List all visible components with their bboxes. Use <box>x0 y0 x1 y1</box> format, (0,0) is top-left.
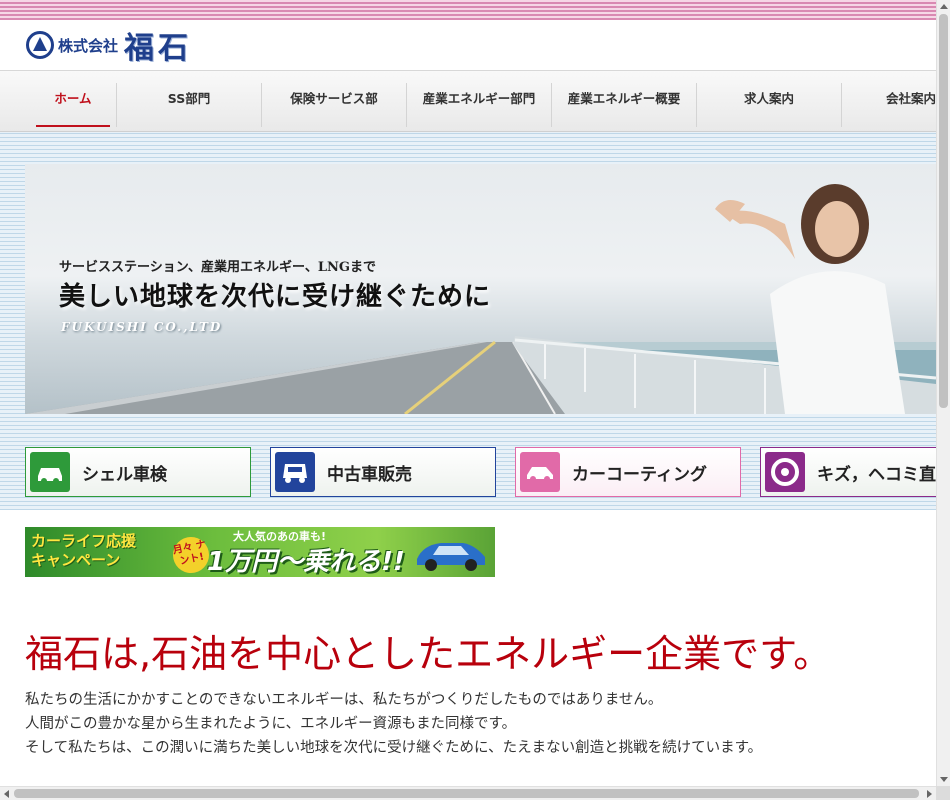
nav-insurance[interactable]: 保険サービス部 <box>261 83 406 127</box>
horizontal-scroll-thumb[interactable] <box>14 789 919 798</box>
service-label: シェル車検 <box>82 464 167 485</box>
nav-ss[interactable]: SS部門 <box>116 83 261 127</box>
top-stripe <box>0 0 936 20</box>
nav-industrial-overview[interactable]: 産業エネルギー概要 <box>551 83 696 127</box>
intro-line: 私たちの生活にかかすことのできないエネルギーは、私たちがつくりだしたものではあり… <box>25 692 663 708</box>
campaign-main-text: 1万円～乗れる!! <box>207 547 405 577</box>
intro-line: 人間がこの豊かな星から生まれたように、エネルギー資源もまた同様です。 <box>25 716 517 732</box>
site-header: 株式会社 福石 <box>0 20 936 70</box>
vertical-scroll-thumb[interactable] <box>939 14 948 408</box>
campaign-left-line1: カーライフ応援 <box>31 532 137 550</box>
service-car-coating-button[interactable]: カーコーティング <box>515 447 741 497</box>
scroll-up-icon[interactable] <box>940 4 948 9</box>
main-headline: 福石は,石油を中心としたエネルギー企業です。 <box>25 632 832 676</box>
logo-company-name: 福石 <box>124 31 193 66</box>
scroll-down-icon[interactable] <box>940 777 948 782</box>
horizontal-scrollbar[interactable] <box>0 786 936 800</box>
car-inspection-icon <box>30 452 70 492</box>
nav-company[interactable]: 会社案内 <box>841 83 936 127</box>
car-image-icon <box>417 543 485 571</box>
scrollbar-corner <box>936 786 950 800</box>
service-used-car-button[interactable]: 中古車販売 <box>270 447 496 497</box>
company-mark-icon <box>26 31 54 59</box>
tire-repair-icon <box>765 452 805 492</box>
service-shell-inspection-button[interactable]: シェル車検 <box>25 447 251 497</box>
hero-subtitle: サービスステーション、産業用エネルギー、LNGまで <box>59 260 376 275</box>
service-label: カーコーティング <box>572 464 707 485</box>
scroll-right-icon[interactable] <box>927 790 932 798</box>
site-logo[interactable]: 株式会社 福石 <box>26 26 193 66</box>
logo-corp-label: 株式会社 <box>58 36 119 55</box>
hero-banner: サービスステーション、産業用エネルギー、LNGまで 美しい地球を次代に受け継ぐた… <box>25 164 936 414</box>
main-nav: ホーム SS部門 保険サービス部 産業エネルギー部門 産業エネルギー概要 求人案… <box>0 70 936 132</box>
campaign-badge: 月々 ナント! <box>169 533 213 577</box>
service-label: 中古車販売 <box>327 464 412 485</box>
vertical-scrollbar[interactable] <box>936 0 950 786</box>
campaign-left-line2: キャンペーン <box>31 551 121 569</box>
intro-line: そして私たちは、この潤いに満ちた美しい地球を次代に受け継ぐために、たえまない創造… <box>25 740 763 756</box>
car-coating-icon <box>520 452 560 492</box>
hero-company-en: FUKUISHI CO.,LTD <box>61 320 223 334</box>
service-dent-repair-button[interactable]: キズ，ヘコミ直 <box>760 447 936 497</box>
nav-industrial-energy[interactable]: 産業エネルギー部門 <box>406 83 551 127</box>
nav-recruit[interactable]: 求人案内 <box>696 83 841 127</box>
scroll-left-icon[interactable] <box>4 790 9 798</box>
hero-title: 美しい地球を次代に受け継ぐために <box>59 282 492 312</box>
service-label: キズ，ヘコミ直 <box>817 464 936 485</box>
used-car-icon <box>275 452 315 492</box>
campaign-left-text: カーライフ応援 キャンペーン <box>31 532 136 570</box>
campaign-banner[interactable]: カーライフ応援 キャンペーン 月々 ナント! 大人気のあの車も! 1万円～乗れる… <box>25 527 495 577</box>
nav-home[interactable]: ホーム <box>30 83 116 127</box>
intro-paragraph: 私たちの生活にかかすことのできないエネルギーは、私たちがつくりだしたものではあり… <box>25 688 762 760</box>
